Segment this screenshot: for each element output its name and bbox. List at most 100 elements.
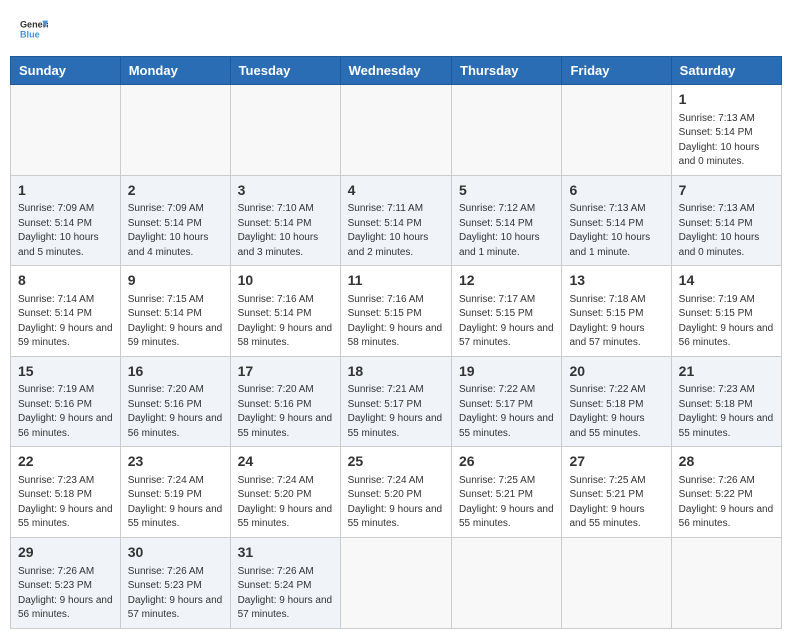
logo-icon: General Blue <box>20 15 48 43</box>
day-number: 3 <box>238 181 333 201</box>
day-of-week-header: Tuesday <box>230 57 340 85</box>
day-number: 1 <box>679 90 774 110</box>
day-info: Sunrise: 7:12 AMSunset: 5:14 PMDaylight:… <box>459 202 554 260</box>
calendar-cell: 11Sunrise: 7:16 AMSunset: 5:15 PMDayligh… <box>340 266 451 357</box>
day-number: 21 <box>679 362 774 382</box>
calendar-cell <box>671 537 781 628</box>
day-info: Sunrise: 7:23 AMSunset: 5:18 PMDaylight:… <box>679 383 774 441</box>
day-info: Sunrise: 7:09 AMSunset: 5:14 PMDaylight:… <box>128 202 223 260</box>
calendar-cell: 25Sunrise: 7:24 AMSunset: 5:20 PMDayligh… <box>340 447 451 538</box>
day-number: 20 <box>569 362 663 382</box>
day-number: 11 <box>348 271 444 291</box>
day-number: 16 <box>128 362 223 382</box>
calendar-cell: 6Sunrise: 7:13 AMSunset: 5:14 PMDaylight… <box>562 175 671 266</box>
calendar-cell: 21Sunrise: 7:23 AMSunset: 5:18 PMDayligh… <box>671 356 781 447</box>
day-of-week-header: Monday <box>120 57 230 85</box>
day-info: Sunrise: 7:24 AMSunset: 5:20 PMDaylight:… <box>348 474 444 532</box>
day-info: Sunrise: 7:10 AMSunset: 5:14 PMDaylight:… <box>238 202 333 260</box>
calendar-cell: 22Sunrise: 7:23 AMSunset: 5:18 PMDayligh… <box>11 447 121 538</box>
calendar-cell <box>452 85 562 176</box>
day-number: 27 <box>569 452 663 472</box>
calendar-week-row: 29Sunrise: 7:26 AMSunset: 5:23 PMDayligh… <box>11 537 782 628</box>
day-info: Sunrise: 7:16 AMSunset: 5:15 PMDaylight:… <box>348 293 444 351</box>
calendar-cell: 16Sunrise: 7:20 AMSunset: 5:16 PMDayligh… <box>120 356 230 447</box>
calendar-cell: 1Sunrise: 7:13 AMSunset: 5:14 PMDaylight… <box>671 85 781 176</box>
day-info: Sunrise: 7:14 AMSunset: 5:14 PMDaylight:… <box>18 293 113 351</box>
day-info: Sunrise: 7:21 AMSunset: 5:17 PMDaylight:… <box>348 383 444 441</box>
day-info: Sunrise: 7:13 AMSunset: 5:14 PMDaylight:… <box>679 112 774 170</box>
day-number: 7 <box>679 181 774 201</box>
day-number: 29 <box>18 543 113 563</box>
calendar-cell <box>562 85 671 176</box>
calendar-cell: 10Sunrise: 7:16 AMSunset: 5:14 PMDayligh… <box>230 266 340 357</box>
calendar-cell: 28Sunrise: 7:26 AMSunset: 5:22 PMDayligh… <box>671 447 781 538</box>
logo: General Blue <box>20 15 48 43</box>
calendar-week-row: 22Sunrise: 7:23 AMSunset: 5:18 PMDayligh… <box>11 447 782 538</box>
day-info: Sunrise: 7:18 AMSunset: 5:15 PMDaylight:… <box>569 293 663 351</box>
day-info: Sunrise: 7:11 AMSunset: 5:14 PMDaylight:… <box>348 202 444 260</box>
day-info: Sunrise: 7:23 AMSunset: 5:18 PMDaylight:… <box>18 474 113 532</box>
day-info: Sunrise: 7:25 AMSunset: 5:21 PMDaylight:… <box>569 474 663 532</box>
calendar-cell: 30Sunrise: 7:26 AMSunset: 5:23 PMDayligh… <box>120 537 230 628</box>
calendar-cell: 5Sunrise: 7:12 AMSunset: 5:14 PMDaylight… <box>452 175 562 266</box>
day-number: 10 <box>238 271 333 291</box>
day-info: Sunrise: 7:17 AMSunset: 5:15 PMDaylight:… <box>459 293 554 351</box>
calendar-table: SundayMondayTuesdayWednesdayThursdayFrid… <box>10 56 782 629</box>
day-of-week-header: Wednesday <box>340 57 451 85</box>
calendar-cell <box>340 85 451 176</box>
calendar-cell: 15Sunrise: 7:19 AMSunset: 5:16 PMDayligh… <box>11 356 121 447</box>
calendar-week-row: 15Sunrise: 7:19 AMSunset: 5:16 PMDayligh… <box>11 356 782 447</box>
day-number: 6 <box>569 181 663 201</box>
day-info: Sunrise: 7:26 AMSunset: 5:24 PMDaylight:… <box>238 565 333 623</box>
day-of-week-header: Sunday <box>11 57 121 85</box>
day-number: 12 <box>459 271 554 291</box>
day-info: Sunrise: 7:22 AMSunset: 5:17 PMDaylight:… <box>459 383 554 441</box>
calendar-cell <box>11 85 121 176</box>
calendar-cell: 12Sunrise: 7:17 AMSunset: 5:15 PMDayligh… <box>452 266 562 357</box>
calendar-cell: 24Sunrise: 7:24 AMSunset: 5:20 PMDayligh… <box>230 447 340 538</box>
calendar-cell: 7Sunrise: 7:13 AMSunset: 5:14 PMDaylight… <box>671 175 781 266</box>
calendar-cell <box>562 537 671 628</box>
day-number: 23 <box>128 452 223 472</box>
day-info: Sunrise: 7:20 AMSunset: 5:16 PMDaylight:… <box>238 383 333 441</box>
calendar-cell: 3Sunrise: 7:10 AMSunset: 5:14 PMDaylight… <box>230 175 340 266</box>
day-info: Sunrise: 7:13 AMSunset: 5:14 PMDaylight:… <box>679 202 774 260</box>
day-number: 2 <box>128 181 223 201</box>
calendar-cell <box>452 537 562 628</box>
calendar-cell: 8Sunrise: 7:14 AMSunset: 5:14 PMDaylight… <box>11 266 121 357</box>
day-info: Sunrise: 7:09 AMSunset: 5:14 PMDaylight:… <box>18 202 113 260</box>
day-of-week-header: Thursday <box>452 57 562 85</box>
day-number: 28 <box>679 452 774 472</box>
day-info: Sunrise: 7:22 AMSunset: 5:18 PMDaylight:… <box>569 383 663 441</box>
day-info: Sunrise: 7:16 AMSunset: 5:14 PMDaylight:… <box>238 293 333 351</box>
day-number: 8 <box>18 271 113 291</box>
day-number: 18 <box>348 362 444 382</box>
day-number: 31 <box>238 543 333 563</box>
calendar-week-row: 8Sunrise: 7:14 AMSunset: 5:14 PMDaylight… <box>11 266 782 357</box>
calendar-cell: 19Sunrise: 7:22 AMSunset: 5:17 PMDayligh… <box>452 356 562 447</box>
calendar-week-row: 1Sunrise: 7:09 AMSunset: 5:14 PMDaylight… <box>11 175 782 266</box>
svg-text:Blue: Blue <box>20 29 40 39</box>
day-info: Sunrise: 7:26 AMSunset: 5:22 PMDaylight:… <box>679 474 774 532</box>
day-info: Sunrise: 7:26 AMSunset: 5:23 PMDaylight:… <box>18 565 113 623</box>
calendar-cell: 26Sunrise: 7:25 AMSunset: 5:21 PMDayligh… <box>452 447 562 538</box>
day-number: 1 <box>18 181 113 201</box>
day-info: Sunrise: 7:24 AMSunset: 5:19 PMDaylight:… <box>128 474 223 532</box>
calendar-cell: 18Sunrise: 7:21 AMSunset: 5:17 PMDayligh… <box>340 356 451 447</box>
day-info: Sunrise: 7:13 AMSunset: 5:14 PMDaylight:… <box>569 202 663 260</box>
calendar-cell: 20Sunrise: 7:22 AMSunset: 5:18 PMDayligh… <box>562 356 671 447</box>
calendar-cell: 1Sunrise: 7:09 AMSunset: 5:14 PMDaylight… <box>11 175 121 266</box>
day-info: Sunrise: 7:19 AMSunset: 5:16 PMDaylight:… <box>18 383 113 441</box>
calendar-cell: 14Sunrise: 7:19 AMSunset: 5:15 PMDayligh… <box>671 266 781 357</box>
day-number: 19 <box>459 362 554 382</box>
day-number: 4 <box>348 181 444 201</box>
day-number: 26 <box>459 452 554 472</box>
day-number: 24 <box>238 452 333 472</box>
day-number: 5 <box>459 181 554 201</box>
day-number: 17 <box>238 362 333 382</box>
calendar-cell: 23Sunrise: 7:24 AMSunset: 5:19 PMDayligh… <box>120 447 230 538</box>
calendar-cell <box>340 537 451 628</box>
calendar-cell <box>120 85 230 176</box>
day-number: 15 <box>18 362 113 382</box>
day-number: 22 <box>18 452 113 472</box>
